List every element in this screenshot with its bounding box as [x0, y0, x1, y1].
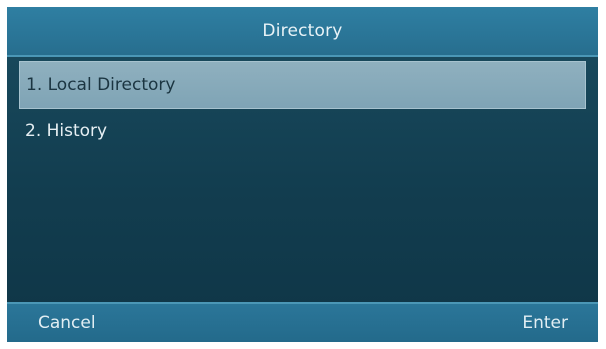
- menu-item-history[interactable]: 2. History: [19, 109, 586, 153]
- softkey-bar: Cancel Enter: [7, 302, 598, 342]
- menu-item-local-directory[interactable]: 1. Local Directory: [19, 61, 586, 109]
- enter-softkey[interactable]: Enter: [522, 313, 568, 333]
- cancel-softkey[interactable]: Cancel: [38, 313, 96, 333]
- directory-menu: 1. Local Directory 2. History: [7, 57, 598, 153]
- page-title: Directory: [262, 21, 343, 41]
- menu-item-label: 2. History: [25, 121, 108, 141]
- menu-item-label: 1. Local Directory: [26, 75, 176, 95]
- phone-screen: Directory 1. Local Directory 2. History …: [7, 7, 598, 342]
- title-bar: Directory: [7, 7, 598, 57]
